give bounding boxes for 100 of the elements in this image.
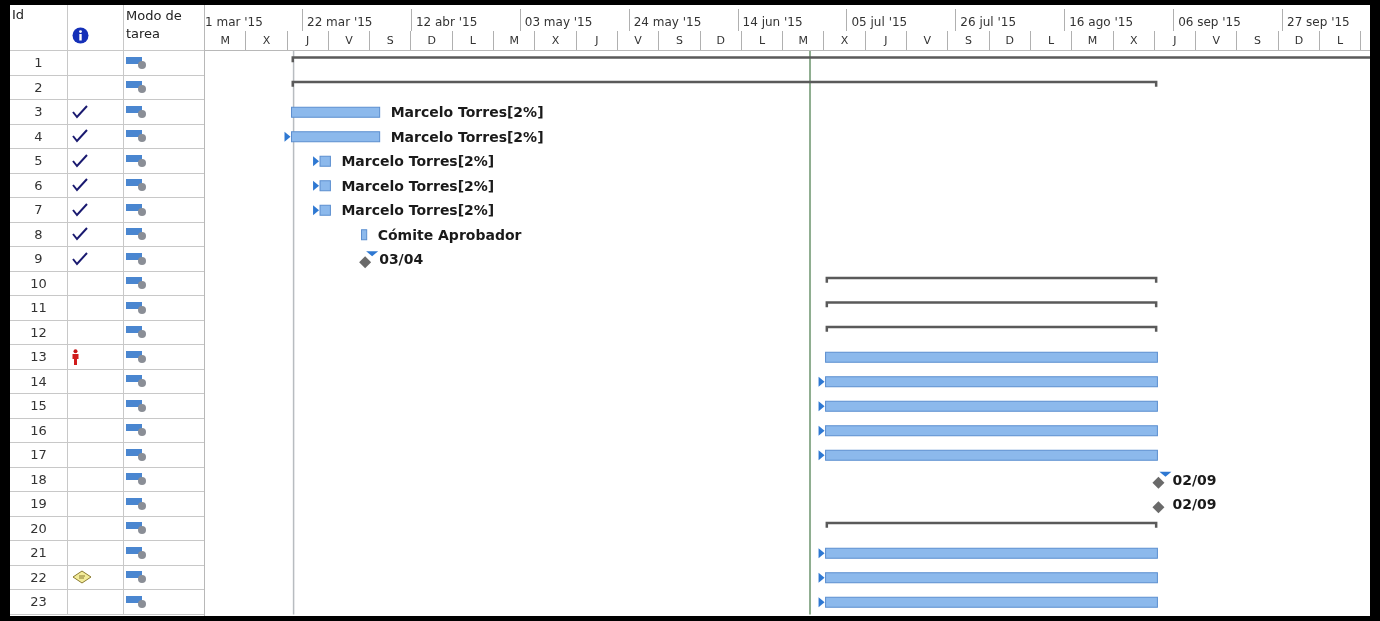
task-bar[interactable] [825, 425, 1158, 437]
timescale-label: L [1048, 34, 1055, 47]
bar-label: Marcelo Torres[2%] [341, 202, 495, 219]
row-number[interactable]: 9 [34, 251, 43, 267]
milestone-diamond[interactable] [1152, 501, 1165, 514]
timescale-label: X [262, 34, 271, 47]
row-number[interactable]: 23 [30, 594, 47, 610]
row-number[interactable]: 10 [30, 275, 47, 291]
row-number[interactable]: 12 [30, 324, 47, 340]
timescale-label: X [551, 34, 560, 47]
task-bar[interactable] [319, 155, 331, 167]
task-bar[interactable] [825, 376, 1158, 388]
timescale-label: J [306, 34, 310, 47]
row-number[interactable]: 18 [30, 471, 47, 487]
summary-bar[interactable] [291, 56, 1370, 63]
task-bar[interactable] [825, 572, 1158, 584]
timescale-label: S [965, 34, 972, 47]
row-number[interactable]: 13 [30, 349, 47, 365]
row-number[interactable]: 11 [30, 300, 47, 316]
row-number[interactable]: 1 [34, 55, 43, 71]
row-number[interactable]: 22 [30, 569, 47, 585]
timescale-label: 27 sep '15 [1287, 15, 1350, 29]
bar-label: Cómite Aprobador [377, 226, 522, 243]
timescale-label: 16 ago '15 [1069, 15, 1133, 29]
task-bar[interactable] [291, 131, 381, 143]
auto-scheduled-icon [126, 153, 148, 168]
timescale-label: M [220, 34, 230, 47]
timescale-label: M [798, 34, 809, 47]
summary-bar[interactable] [825, 301, 1158, 308]
bar-label: Marcelo Torres[2%] [390, 104, 544, 121]
row-number[interactable]: 3 [34, 104, 43, 120]
row-number[interactable]: 20 [30, 520, 47, 536]
auto-scheduled-icon [126, 447, 148, 462]
timescale-label: D [1294, 34, 1304, 47]
auto-scheduled-icon [126, 325, 148, 340]
auto-scheduled-icon [126, 227, 148, 242]
auto-scheduled-icon [126, 496, 148, 511]
row-number[interactable]: 5 [34, 153, 43, 169]
timescale-label: J [595, 34, 599, 47]
row-number[interactable]: 19 [30, 496, 47, 512]
task-bar[interactable] [319, 204, 331, 216]
timescale-label: S [386, 34, 394, 47]
auto-scheduled-icon [126, 594, 148, 609]
auto-scheduled-icon [126, 423, 148, 438]
auto-scheduled-icon [126, 521, 148, 536]
timescale-label: J [1173, 34, 1177, 47]
bar-label: 03/04 [379, 251, 424, 268]
row-number[interactable]: 21 [30, 545, 47, 561]
task-bar[interactable] [825, 351, 1158, 363]
auto-scheduled-icon [126, 300, 148, 315]
row-number[interactable]: 14 [30, 373, 47, 389]
auto-scheduled-icon [126, 374, 148, 389]
task-bar[interactable] [319, 180, 331, 192]
timescale-label: S [675, 34, 683, 47]
timescale-label: M [509, 34, 519, 47]
timescale-label: X [840, 34, 849, 47]
timescale-label: 12 abr '15 [415, 15, 478, 29]
task-bar[interactable] [825, 596, 1158, 608]
auto-scheduled-icon [126, 202, 148, 217]
task-bar[interactable] [361, 229, 368, 241]
auto-scheduled-icon [126, 398, 148, 413]
row-number[interactable]: 16 [30, 422, 47, 438]
auto-scheduled-icon [126, 55, 148, 70]
info-icon[interactable] [72, 27, 89, 44]
row-number[interactable]: 2 [34, 79, 43, 95]
bar-label: Marcelo Torres[2%] [341, 177, 495, 194]
column-header[interactable]: Modo de tarea [126, 7, 198, 43]
auto-scheduled-icon [126, 570, 148, 585]
column-header[interactable]: Id [12, 7, 25, 22]
task-bar[interactable] [825, 547, 1158, 559]
milestone-diamond[interactable] [359, 256, 372, 269]
timescale-label: V [345, 34, 353, 47]
auto-scheduled-icon [126, 276, 148, 291]
timescale-label: M [1087, 34, 1098, 47]
timescale-label: L [758, 34, 766, 47]
auto-scheduled-icon [126, 349, 148, 364]
timescale-label: 22 mar '15 [307, 15, 373, 29]
summary-bar[interactable] [825, 521, 1158, 528]
row-number[interactable]: 17 [30, 447, 47, 463]
milestone-diamond[interactable] [1152, 476, 1165, 489]
auto-scheduled-icon [126, 472, 148, 487]
auto-scheduled-icon [126, 80, 148, 95]
row-number[interactable]: 8 [34, 226, 43, 242]
auto-scheduled-icon [126, 545, 148, 560]
row-number[interactable]: 6 [34, 177, 43, 193]
auto-scheduled-icon [126, 178, 148, 193]
bar-label: 02/09 [1172, 471, 1217, 488]
timescale-label: 14 jun '15 [742, 15, 803, 29]
row-number[interactable]: 4 [34, 128, 43, 144]
timescale-label: 24 may '15 [633, 15, 702, 29]
summary-bar[interactable] [291, 80, 1158, 87]
summary-bar[interactable] [825, 276, 1158, 283]
row-number[interactable]: 15 [30, 398, 47, 414]
task-bar[interactable] [291, 106, 381, 118]
task-bar[interactable] [825, 400, 1158, 412]
timescale-label: V [634, 34, 642, 47]
timescale-label: 05 jul '15 [851, 15, 908, 29]
row-number[interactable]: 7 [34, 202, 43, 218]
summary-bar[interactable] [825, 325, 1158, 332]
task-bar[interactable] [825, 449, 1158, 461]
